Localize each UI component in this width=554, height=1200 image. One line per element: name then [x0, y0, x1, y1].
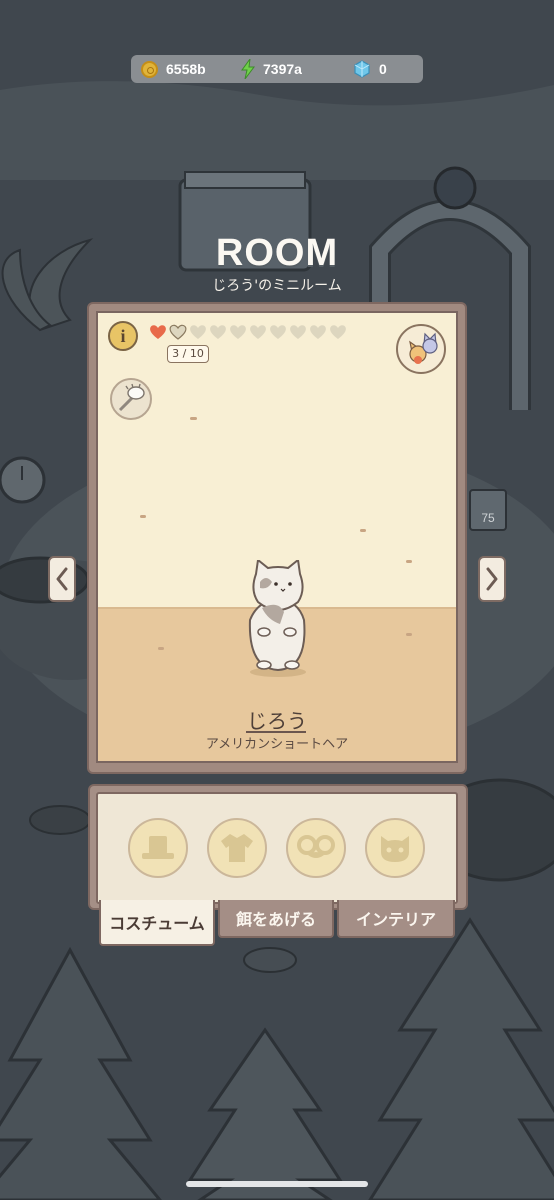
page-title: ROOM	[215, 232, 339, 274]
affection-hearts	[148, 323, 348, 341]
costume-face-button[interactable]	[365, 818, 425, 878]
energy-value: 7397a	[263, 61, 302, 77]
energy-bolt-icon	[241, 59, 255, 79]
heart-empty-icon	[270, 325, 286, 339]
energy-counter[interactable]: 7397a	[241, 55, 353, 83]
currency-bar: 6558b 7397a 0	[131, 55, 423, 83]
previous-cat-button[interactable]	[48, 556, 76, 602]
heart-empty-icon	[290, 325, 306, 339]
heart-empty-icon	[169, 324, 187, 340]
chevron-left-icon	[56, 567, 68, 591]
cats-icon	[409, 332, 438, 364]
toy-icon[interactable]	[110, 378, 152, 420]
tab-interior[interactable]: インテリア	[337, 900, 455, 938]
coin-value: 6558b	[166, 61, 206, 77]
hat-icon	[142, 836, 174, 859]
costume-shirt-button[interactable]	[207, 818, 267, 878]
info-button[interactable]: i	[108, 321, 138, 351]
gem-value: 0	[379, 61, 387, 77]
level-sign-text: 75	[481, 511, 495, 525]
heart-empty-icon	[190, 325, 206, 339]
costume-glasses-button[interactable]	[286, 818, 346, 878]
page-subtitle: じろう'のミニルーム	[212, 278, 342, 294]
cat-breed: アメリカンショートヘア	[205, 737, 349, 752]
costume-hat-button[interactable]	[128, 818, 188, 878]
heart-empty-icon	[330, 325, 346, 339]
tab-feed[interactable]: 餌をあげる	[218, 900, 334, 938]
tab-costume[interactable]: コスチューム	[99, 900, 215, 946]
cat-name: じろう	[247, 709, 307, 733]
heart-empty-icon	[230, 325, 246, 339]
shirt-icon	[221, 834, 253, 862]
affection-count: 3 / 10	[167, 345, 209, 363]
coin-counter[interactable]: 6558b	[141, 55, 241, 83]
cat-character[interactable]	[238, 560, 318, 678]
home-indicator[interactable]	[186, 1181, 368, 1187]
info-icon: i	[120, 325, 126, 346]
next-cat-button[interactable]	[478, 556, 506, 602]
heart-filled-icon	[150, 325, 166, 339]
cat-select-button[interactable]	[396, 324, 446, 374]
coin-icon	[141, 60, 158, 78]
glasses-icon	[297, 835, 335, 858]
heart-empty-icon	[310, 325, 326, 339]
heart-empty-icon	[210, 325, 226, 339]
gem-counter[interactable]: 0	[353, 55, 387, 83]
heart-empty-icon	[250, 325, 266, 339]
face-icon	[381, 836, 409, 862]
gem-icon	[353, 60, 371, 78]
room-view	[96, 311, 458, 763]
chevron-right-icon	[486, 567, 498, 591]
